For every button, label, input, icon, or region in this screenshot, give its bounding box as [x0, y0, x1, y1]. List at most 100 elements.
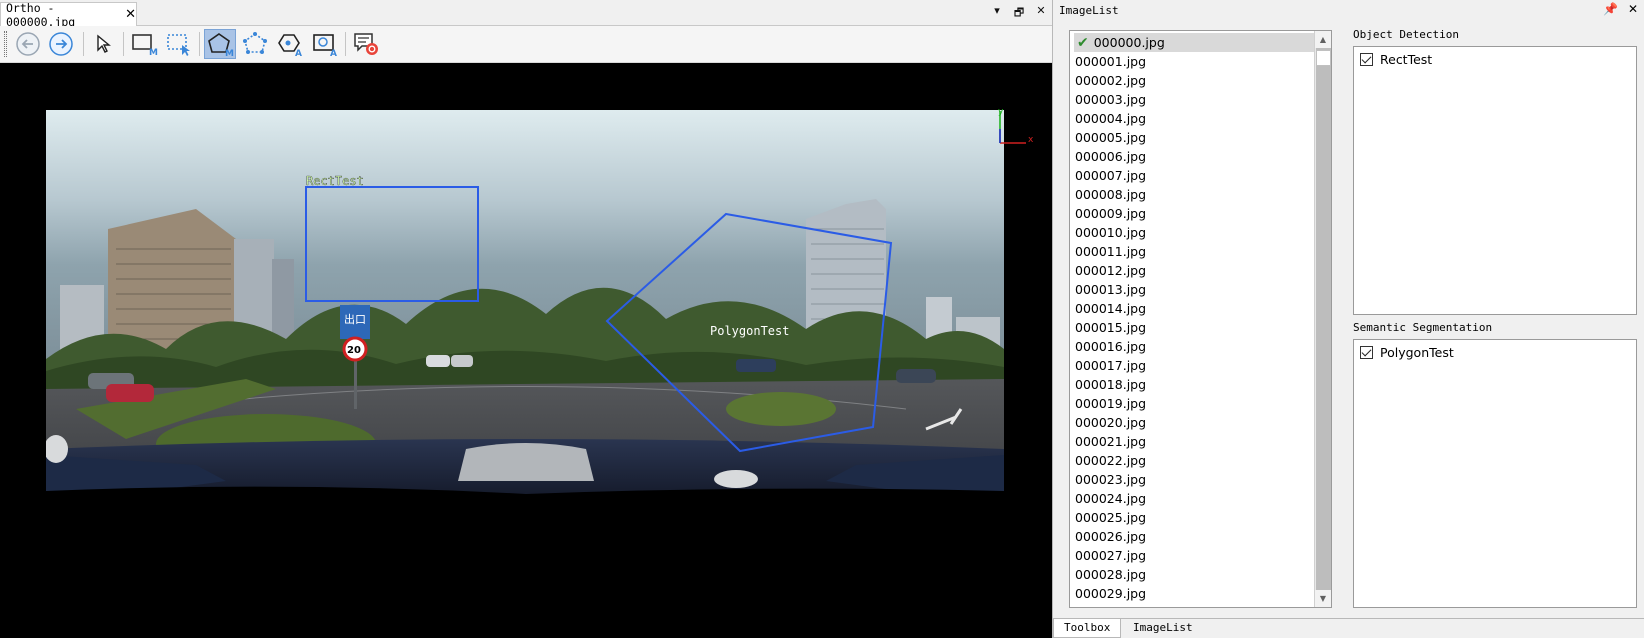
polygon-auto-button[interactable]: A — [274, 29, 306, 59]
dock-controls: 📌 ✕ — [1603, 2, 1638, 16]
pin-icon[interactable]: 📌 — [1603, 2, 1618, 16]
image-list-item-label: 000020.jpg — [1075, 415, 1147, 430]
image-list-item-label: 000025.jpg — [1075, 510, 1147, 525]
rect-annotation[interactable] — [305, 186, 479, 302]
comment-record-icon — [354, 33, 378, 55]
image-list-item-label: 000018.jpg — [1075, 377, 1147, 392]
image-list-item-label: 000014.jpg — [1075, 301, 1147, 316]
image-list-item[interactable]: 000027.jpg — [1074, 546, 1320, 565]
comment-record-button[interactable] — [350, 29, 382, 59]
close-dock-icon[interactable]: ✕ — [1628, 2, 1638, 16]
select-button[interactable] — [88, 29, 120, 59]
image-list-item-label: 000004.jpg — [1075, 111, 1147, 126]
svg-text:A: A — [295, 49, 302, 57]
image-list-item[interactable]: 000022.jpg — [1074, 451, 1320, 470]
image-list-item[interactable]: 000018.jpg — [1074, 375, 1320, 394]
semantic-segmentation-item-label: PolygonTest — [1380, 345, 1454, 360]
semantic-segmentation-list[interactable]: PolygonTest — [1353, 339, 1637, 608]
image-list-item[interactable]: 000024.jpg — [1074, 489, 1320, 508]
image-canvas[interactable]: 出口 20 RectTest PolygonTest x y — [0, 63, 1052, 638]
image-list-item[interactable]: 000028.jpg — [1074, 565, 1320, 584]
tab-imagelist[interactable]: ImageList — [1123, 619, 1203, 638]
forward-button[interactable] — [45, 29, 77, 59]
forward-arrow-icon — [49, 32, 73, 56]
image-list-item-label: 000022.jpg — [1075, 453, 1147, 468]
image-list-item[interactable]: 000029.jpg — [1074, 584, 1320, 603]
polygon-manual-button[interactable]: M — [204, 29, 236, 59]
image-list-item[interactable]: 000014.jpg — [1074, 299, 1320, 318]
back-button[interactable] — [12, 29, 44, 59]
image-list-item-label: 000011.jpg — [1075, 244, 1147, 259]
image-list-item[interactable]: 000001.jpg — [1074, 52, 1320, 71]
restore-icon[interactable]: 🗗 — [1012, 4, 1026, 23]
image-list-item[interactable]: 000013.jpg — [1074, 280, 1320, 299]
image-list-item[interactable]: 000025.jpg — [1074, 508, 1320, 527]
image-list-item-label: 000023.jpg — [1075, 472, 1147, 487]
image-list-item[interactable]: 000009.jpg — [1074, 204, 1320, 223]
close-window-icon[interactable]: ✕ — [1034, 4, 1048, 23]
image-list-item[interactable]: 000015.jpg — [1074, 318, 1320, 337]
annotation-layer[interactable]: RectTest PolygonTest — [0, 63, 1052, 638]
scroll-thumb[interactable] — [1316, 50, 1331, 66]
semantic-segmentation-title: Semantic Segmentation — [1353, 321, 1493, 334]
image-list-item[interactable]: 000017.jpg — [1074, 356, 1320, 375]
document-window: Ortho - 000000.jpg ✕ ▾ 🗗 ✕ M M A A 出口 20… — [0, 0, 1052, 638]
rect-select-button[interactable] — [163, 29, 195, 59]
image-list[interactable]: ✔ 000000.jpg 000001.jpg 000002.jpg 000003.jp… — [1069, 30, 1332, 608]
checkbox-checked[interactable] — [1360, 53, 1373, 66]
image-list-scrollbar[interactable]: ▲ ▼ — [1314, 31, 1331, 607]
toolbar-separator — [345, 32, 346, 56]
image-list-item[interactable]: 000021.jpg — [1074, 432, 1320, 451]
scroll-down-icon[interactable]: ▼ — [1315, 590, 1331, 607]
image-list-item[interactable]: 000020.jpg — [1074, 413, 1320, 432]
image-list-item[interactable]: 000026.jpg — [1074, 527, 1320, 546]
object-detection-list[interactable]: RectTest — [1353, 46, 1637, 315]
image-list-item[interactable]: 000007.jpg — [1074, 166, 1320, 185]
image-list-item[interactable]: 000023.jpg — [1074, 470, 1320, 489]
dropdown-icon[interactable]: ▾ — [990, 4, 1004, 23]
image-list-item[interactable]: 000008.jpg — [1074, 185, 1320, 204]
image-list-item[interactable]: 000002.jpg — [1074, 71, 1320, 90]
image-list-item[interactable]: ✔ 000000.jpg — [1074, 33, 1320, 52]
checkbox-checked[interactable] — [1360, 346, 1373, 359]
image-list-item-label: 000012.jpg — [1075, 263, 1147, 278]
image-list-item-label: 000005.jpg — [1075, 130, 1147, 145]
image-list-item[interactable]: 000010.jpg — [1074, 223, 1320, 242]
image-list-item-label: 000000.jpg — [1093, 35, 1165, 50]
image-list-item-label: 000003.jpg — [1075, 92, 1147, 107]
toolbar-grip[interactable] — [4, 31, 7, 57]
semantic-segmentation-item[interactable]: PolygonTest — [1360, 345, 1454, 360]
image-list-item-label: 000009.jpg — [1075, 206, 1147, 221]
image-list-item-label: 000026.jpg — [1075, 529, 1147, 544]
image-list-item[interactable]: 000012.jpg — [1074, 261, 1320, 280]
image-list-item[interactable]: 000003.jpg — [1074, 90, 1320, 109]
toolbar-separator — [123, 32, 124, 56]
document-tab[interactable]: Ortho - 000000.jpg ✕ — [0, 1, 137, 29]
close-tab-icon[interactable]: ✕ — [125, 7, 136, 22]
image-list-item-label: 000027.jpg — [1075, 548, 1147, 563]
object-detection-item[interactable]: RectTest — [1360, 52, 1432, 67]
toolbar: M M A A — [0, 26, 1052, 63]
back-arrow-icon — [16, 32, 40, 56]
image-list-item-label: 000029.jpg — [1075, 586, 1147, 601]
image-list-item[interactable]: 000011.jpg — [1074, 242, 1320, 261]
image-list-item-label: 000001.jpg — [1075, 54, 1147, 69]
rect-auto-button[interactable]: A — [309, 29, 341, 59]
checkmark-icon: ✔ — [1077, 35, 1089, 51]
polygon-points-button[interactable] — [239, 29, 271, 59]
image-list-item[interactable]: 000005.jpg — [1074, 128, 1320, 147]
dock-bottom-tabs: Toolbox ImageList — [1053, 618, 1644, 638]
scroll-track[interactable] — [1316, 48, 1331, 590]
rect-select-icon — [167, 34, 190, 56]
scroll-up-icon[interactable]: ▲ — [1315, 31, 1331, 48]
image-list-item[interactable]: 000006.jpg — [1074, 147, 1320, 166]
image-list-item[interactable]: 000016.jpg — [1074, 337, 1320, 356]
tab-toolbox[interactable]: Toolbox — [1053, 619, 1122, 638]
image-list-item[interactable]: 000004.jpg — [1074, 109, 1320, 128]
image-list-item[interactable]: 000019.jpg — [1074, 394, 1320, 413]
object-detection-item-label: RectTest — [1380, 52, 1433, 67]
rect-auto-icon: A — [313, 34, 337, 57]
rect-manual-button[interactable]: M — [128, 29, 160, 59]
x-axis-label: x — [1028, 135, 1034, 145]
polygon-points-icon — [243, 32, 267, 54]
